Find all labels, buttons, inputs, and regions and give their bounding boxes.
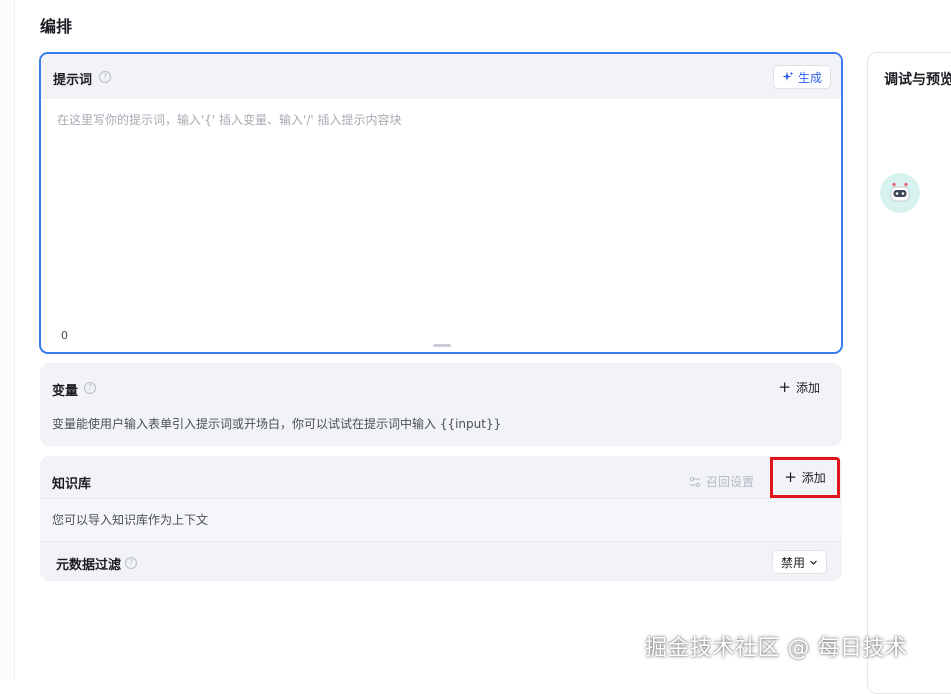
metadata-filter-row: 元数据过滤 ? 禁用	[40, 541, 842, 581]
metadata-filter-value: 禁用	[780, 555, 805, 570]
generate-label: 生成	[797, 70, 822, 85]
robot-icon	[890, 182, 910, 202]
variables-card: 变量 ? + 添加 变量能使用户输入表单引入提示词或开场白，你可以试试在提示词中…	[40, 363, 842, 446]
plus-icon: +	[784, 468, 797, 486]
help-icon[interactable]: ?	[84, 382, 96, 394]
metadata-filter-select[interactable]: 禁用	[771, 550, 827, 574]
char-count: 0	[61, 329, 68, 342]
chevron-down-icon	[810, 560, 817, 565]
variables-label: 变量	[52, 384, 79, 399]
recall-settings-button[interactable]: 召回设置	[689, 473, 754, 490]
preview-panel: 调试与预览	[867, 52, 951, 694]
settings-icon	[689, 476, 701, 487]
left-sidebar-edge	[0, 0, 15, 680]
knowledge-description: 您可以导入知识库作为上下文	[52, 513, 209, 527]
resize-handle[interactable]	[433, 344, 451, 347]
add-knowledge-label: 添加	[801, 471, 826, 485]
knowledge-card: 知识库 召回设置 + 添加 您可以导入知识库作为上下文 元数据过滤 ? 禁用	[40, 456, 842, 581]
bot-avatar	[880, 173, 920, 213]
prompt-header: 提示词 ? 生成	[41, 54, 841, 99]
generate-button[interactable]: 生成	[772, 65, 831, 89]
watermark: 掘金技术社区 @ 每日技术	[645, 636, 908, 661]
preview-title: 调试与预览	[884, 72, 951, 88]
variables-description: 变量能使用户输入表单引入提示词或开场白，你可以试试在提示词中输入 {{input…	[52, 417, 502, 431]
add-variable-label: 添加	[795, 380, 820, 395]
prompt-editor-card: 提示词 ? 生成 0	[39, 52, 843, 354]
help-icon[interactable]: ?	[125, 557, 137, 569]
recall-settings-label: 召回设置	[705, 475, 754, 489]
prompt-input[interactable]	[41, 99, 841, 329]
page-title: 编排	[40, 17, 73, 36]
add-knowledge-button[interactable]: + 添加	[770, 457, 840, 498]
sparkle-icon	[782, 71, 794, 81]
knowledge-label: 知识库	[52, 477, 92, 492]
plus-icon: +	[778, 377, 791, 396]
metadata-filter-label: 元数据过滤	[56, 558, 122, 573]
prompt-label: 提示词	[53, 73, 93, 88]
add-variable-button[interactable]: + 添加	[778, 376, 820, 398]
help-icon[interactable]: ?	[99, 71, 111, 83]
knowledge-description-area: 您可以导入知识库作为上下文	[40, 498, 842, 541]
